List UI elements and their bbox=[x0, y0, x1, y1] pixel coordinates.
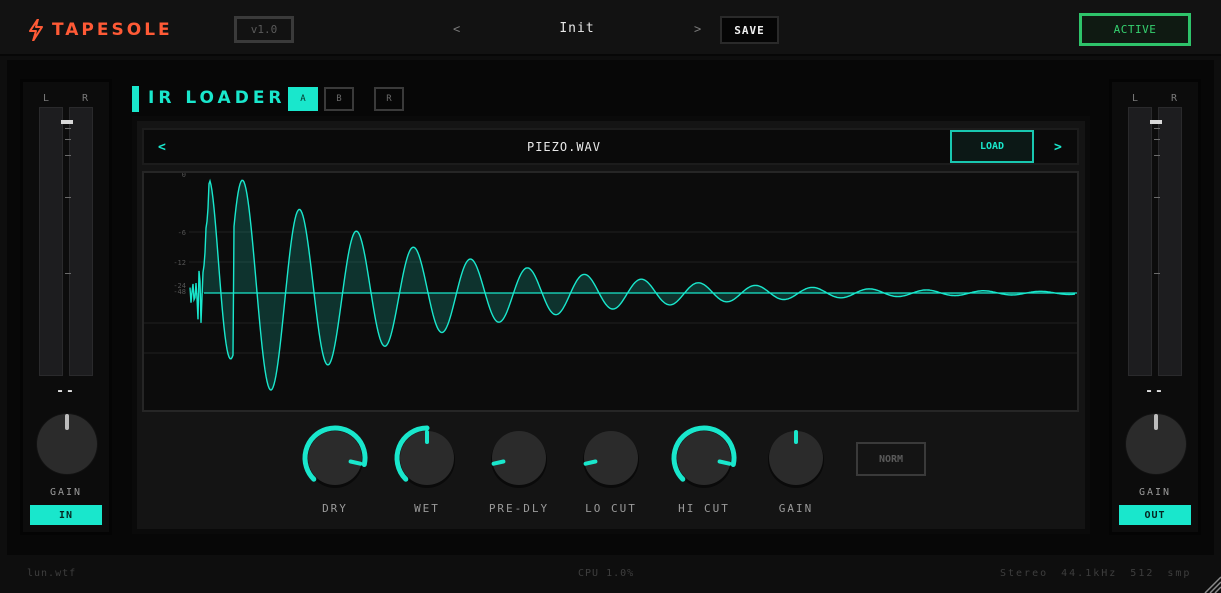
wet-knob[interactable] bbox=[387, 424, 467, 494]
output-gain-knob[interactable] bbox=[1122, 410, 1190, 478]
brand-name: TAPESOLE bbox=[52, 20, 173, 40]
output-meter-value: -- bbox=[1145, 384, 1165, 399]
hi-cut-knob[interactable] bbox=[664, 424, 744, 494]
meter-tick bbox=[65, 197, 71, 198]
db-label: -6 bbox=[178, 229, 186, 237]
lo-cut-knob-label: LO CUT bbox=[585, 502, 637, 515]
meter-tick bbox=[65, 128, 71, 129]
gain-knob-label: GAIN bbox=[778, 502, 814, 515]
lightning-icon bbox=[29, 19, 43, 41]
waveform-svg: 0-6-12-24-48 bbox=[144, 171, 1077, 391]
slot-r-button[interactable]: R bbox=[374, 87, 404, 111]
normalize-button[interactable]: NORM bbox=[856, 442, 926, 476]
save-button[interactable]: SAVE bbox=[720, 16, 779, 44]
meter-right-label: R bbox=[82, 93, 89, 104]
gain-knob[interactable] bbox=[756, 424, 836, 494]
top-bar: TAPESOLE v1.0 < Init > SAVE ACTIVE bbox=[0, 0, 1221, 56]
output-meter-panel: L R -- GAIN OUT bbox=[1109, 79, 1201, 535]
peak-marker bbox=[1150, 120, 1162, 124]
resize-grip-icon[interactable] bbox=[1203, 575, 1221, 593]
gain-knob-block: GAIN bbox=[756, 424, 836, 515]
audio-format-readout: Stereo 44.1kHz 512 smp bbox=[1000, 568, 1192, 579]
knob-pointer bbox=[717, 459, 732, 466]
version-badge: v1.0 bbox=[234, 16, 294, 43]
knob-pointer bbox=[491, 459, 506, 466]
db-label: -12 bbox=[173, 259, 186, 267]
meter-tick bbox=[1154, 139, 1160, 140]
lo-cut-knob-block: LO CUT bbox=[571, 424, 651, 515]
lo-cut-knob[interactable] bbox=[571, 424, 651, 494]
preset-prev-button[interactable]: < bbox=[453, 22, 460, 36]
meter-right-label: R bbox=[1171, 93, 1178, 104]
dry-knob-block: DRY bbox=[295, 424, 375, 515]
knob-pointer bbox=[583, 459, 598, 466]
hi-cut-knob-block: HI CUT bbox=[664, 424, 744, 515]
meter-tick bbox=[65, 273, 71, 274]
waveform-display: 0 -6 -12 -24 -48 bbox=[142, 171, 1079, 412]
output-button[interactable]: OUT bbox=[1119, 505, 1191, 525]
input-meter-right-bar bbox=[69, 107, 93, 376]
ir-loader-title: IR LOADER bbox=[148, 88, 286, 108]
meter-tick bbox=[1154, 197, 1160, 198]
input-button[interactable]: IN bbox=[30, 505, 102, 525]
meter-tick bbox=[1154, 273, 1160, 274]
knob-pointer bbox=[348, 459, 363, 466]
meter-tick bbox=[65, 155, 71, 156]
db-label: 0 bbox=[182, 173, 186, 179]
file-browser: < PIEZO.WAV LOAD > bbox=[142, 128, 1079, 165]
footer-bar: lun.wtf CPU 1.0% Stereo 44.1kHz 512 smp bbox=[0, 558, 1221, 593]
output-meter-left-bar bbox=[1128, 107, 1152, 376]
meter-left-label: L bbox=[43, 93, 50, 104]
output-meter-right-bar bbox=[1158, 107, 1182, 376]
brand-logo: TAPESOLE bbox=[28, 18, 173, 42]
input-meter-left-bar bbox=[39, 107, 63, 376]
preset-name[interactable]: Init bbox=[500, 21, 654, 36]
ir-file-name: PIEZO.WAV bbox=[526, 140, 602, 154]
section-accent-bar bbox=[132, 86, 139, 112]
db-label: -48 bbox=[173, 288, 186, 296]
dry-knob-label: DRY bbox=[322, 502, 348, 515]
dry-knob[interactable] bbox=[295, 424, 375, 494]
file-prev-button[interactable]: < bbox=[158, 140, 166, 155]
meter-tick bbox=[65, 139, 71, 140]
input-meter-panel: L R -- GAIN IN bbox=[20, 79, 112, 535]
input-gain-knob[interactable] bbox=[33, 410, 101, 478]
input-meter-value: -- bbox=[56, 384, 76, 399]
pre-delay-knob[interactable] bbox=[479, 424, 559, 494]
pre-delay-knob-block: PRE-DLY bbox=[479, 424, 559, 515]
wet-knob-label: WET bbox=[414, 502, 440, 515]
pre-delay-knob-label: PRE-DLY bbox=[488, 502, 550, 515]
hi-cut-knob-label: HI CUT bbox=[678, 502, 730, 515]
preset-next-button[interactable]: > bbox=[694, 22, 701, 36]
active-toggle[interactable]: ACTIVE bbox=[1079, 13, 1191, 46]
slot-b-button[interactable]: B bbox=[324, 87, 354, 111]
slot-a-button[interactable]: A bbox=[288, 87, 318, 111]
output-gain-label: GAIN bbox=[1138, 487, 1172, 498]
cpu-readout: CPU 1.0% bbox=[578, 568, 635, 579]
meter-tick bbox=[1154, 128, 1160, 129]
file-next-button[interactable]: > bbox=[1054, 140, 1062, 155]
meter-tick bbox=[1154, 155, 1160, 156]
footer-credit: lun.wtf bbox=[27, 568, 77, 579]
load-button[interactable]: LOAD bbox=[950, 130, 1034, 163]
meter-left-label: L bbox=[1132, 93, 1139, 104]
peak-marker bbox=[61, 120, 73, 124]
wet-knob-block: WET bbox=[387, 424, 467, 515]
input-gain-label: GAIN bbox=[49, 487, 83, 498]
waveform-line bbox=[189, 178, 1076, 391]
